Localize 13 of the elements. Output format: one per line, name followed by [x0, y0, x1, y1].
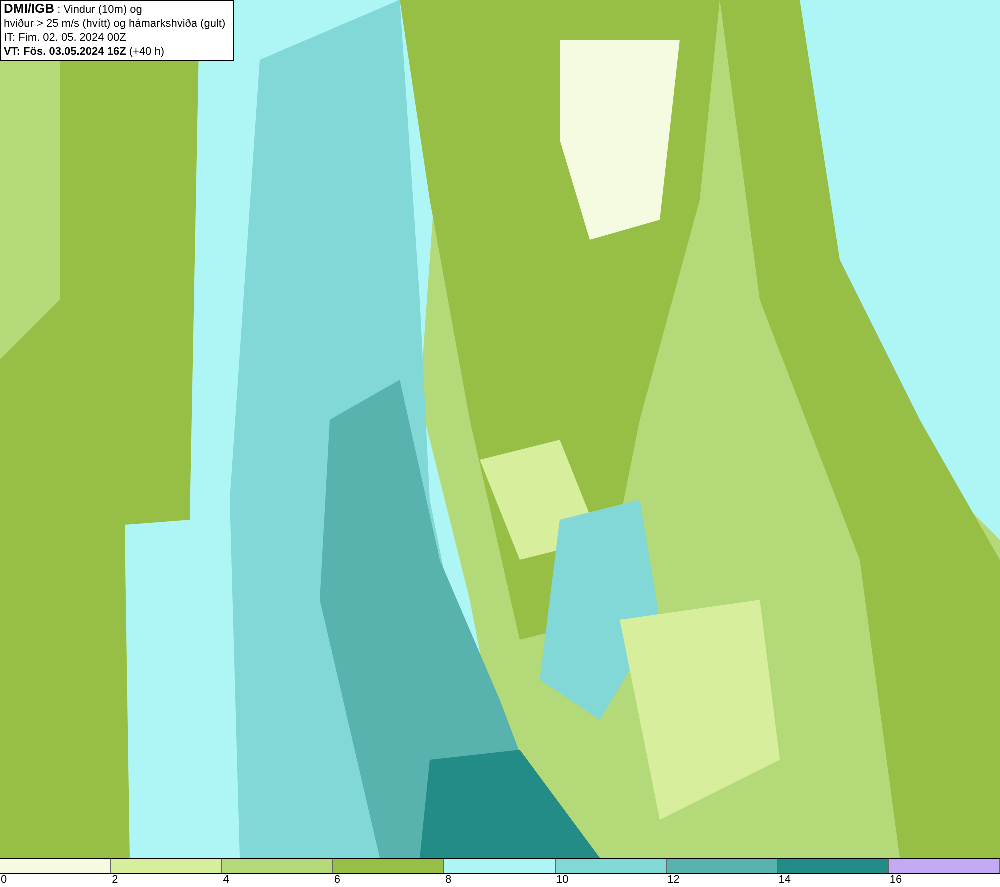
legend-label: 2: [112, 874, 118, 886]
legend-label: 12: [668, 874, 680, 886]
initial-time: IT: Fim. 02. 05. 2024 00Z: [4, 31, 128, 45]
map-subtitle: hviður > 25 m/s (hvítt) og hámarkshviða (gult): [4, 17, 227, 31]
legend-label: 14: [778, 874, 792, 886]
map-title: DMI/IGB : Vindur (10m) og: [4, 2, 144, 17]
legend-label: 8: [445, 874, 452, 886]
legend-label: 16: [890, 874, 902, 886]
legend-label: 4: [223, 874, 230, 886]
legend-label: 6: [334, 874, 340, 886]
legend-label: 0: [1, 874, 8, 886]
valid-time: VT: Fös. 03.05.2024 16Z (+40 h): [4, 45, 166, 59]
legend-label: 10: [556, 874, 569, 886]
